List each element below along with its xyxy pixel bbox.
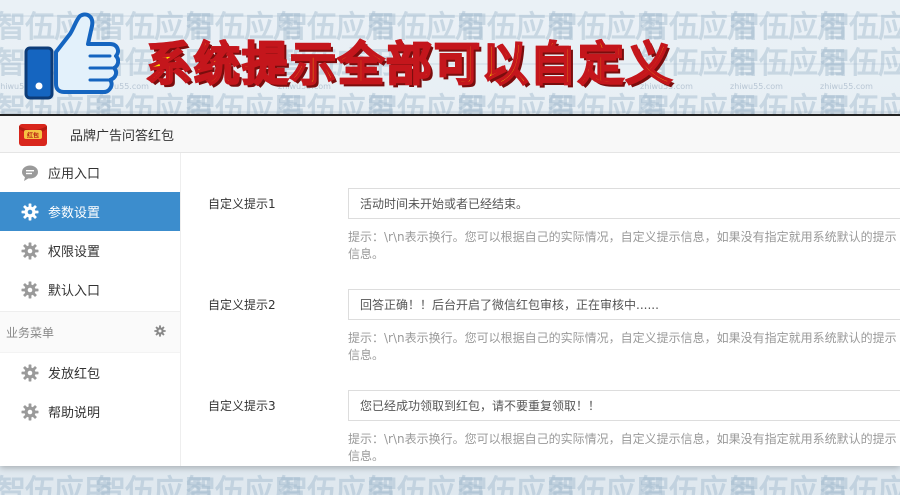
gear-icon[interactable] [154, 324, 166, 340]
sidebar-item-label: 发放红包 [48, 367, 101, 382]
gear-icon [20, 280, 40, 300]
field-label: 自定义提示1 [208, 197, 276, 211]
sidebar-item-label: 权限设置 [48, 245, 101, 260]
gear-icon [20, 402, 40, 422]
field-label: 自定义提示2 [208, 298, 276, 312]
field-hint: 提示：\r\n表示换行。您可以根据自己的实际情况，自定义提示信息，如果没有指定就… [348, 331, 897, 362]
form-row: 自定义提示1 提示：\r\n表示换行。您可以根据自己的实际情况，自定义提示信息，… [181, 188, 900, 289]
sidebar-item-label: 参数设置 [48, 206, 101, 221]
custom-tip-2-input[interactable] [348, 289, 900, 320]
sidebar-item-label: 帮助说明 [48, 406, 101, 421]
gear-icon [20, 241, 40, 261]
form-row: 自定义提示2 提示：\r\n表示换行。您可以根据自己的实际情况，自定义提示信息，… [181, 289, 900, 390]
promo-banner: 系统提示全部可以自定义 [0, 0, 900, 115]
app-title: 品牌广告问答红包 [70, 128, 175, 144]
sidebar-item-label: 应用入口 [48, 167, 101, 182]
sidebar-item-permissions[interactable]: 权限设置 [0, 231, 180, 270]
custom-tip-3-input[interactable] [348, 390, 900, 421]
settings-form: 自定义提示1 提示：\r\n表示换行。您可以根据自己的实际情况，自定义提示信息，… [181, 153, 900, 466]
app-window: 红包 品牌广告问答红包 应用入口 参数设置 权限设置 默认入口 业务菜单 发放红… [0, 114, 900, 466]
sidebar-section-business-menu[interactable]: 业务菜单 [0, 311, 180, 353]
form-row: 自定义提示3 提示：\r\n表示换行。您可以根据自己的实际情况，自定义提示信息，… [181, 390, 900, 466]
field-label: 自定义提示3 [208, 399, 276, 413]
sidebar: 应用入口 参数设置 权限设置 默认入口 业务菜单 发放红包 帮助说明 [0, 153, 181, 466]
sidebar-item-params[interactable]: 参数设置 [0, 192, 180, 231]
custom-tip-1-input[interactable] [348, 188, 900, 219]
gear-icon [20, 363, 40, 383]
sidebar-item-send-red-packet[interactable]: 发放红包 [0, 353, 180, 392]
app-header: 红包 品牌广告问答红包 [0, 116, 900, 153]
sidebar-section-label: 业务菜单 [6, 325, 55, 340]
sidebar-item-app-entry[interactable]: 应用入口 [0, 153, 180, 192]
field-hint: 提示：\r\n表示换行。您可以根据自己的实际情况，自定义提示信息，如果没有指定就… [348, 432, 897, 463]
sidebar-item-label: 默认入口 [48, 284, 101, 299]
field-hint: 提示：\r\n表示换行。您可以根据自己的实际情况，自定义提示信息，如果没有指定就… [348, 230, 897, 261]
sidebar-item-default-entry[interactable]: 默认入口 [0, 270, 180, 309]
chat-bubble-icon [20, 163, 40, 183]
sidebar-item-help[interactable]: 帮助说明 [0, 392, 180, 431]
banner-headline: 系统提示全部可以自定义 [145, 36, 674, 92]
gear-icon [20, 202, 40, 222]
red-envelope-logo-icon: 红包 [19, 124, 47, 146]
watermark: 智伍应用 [820, 474, 900, 495]
svg-text:红包: 红包 [27, 132, 39, 140]
thumbs-up-icon [24, 12, 120, 100]
